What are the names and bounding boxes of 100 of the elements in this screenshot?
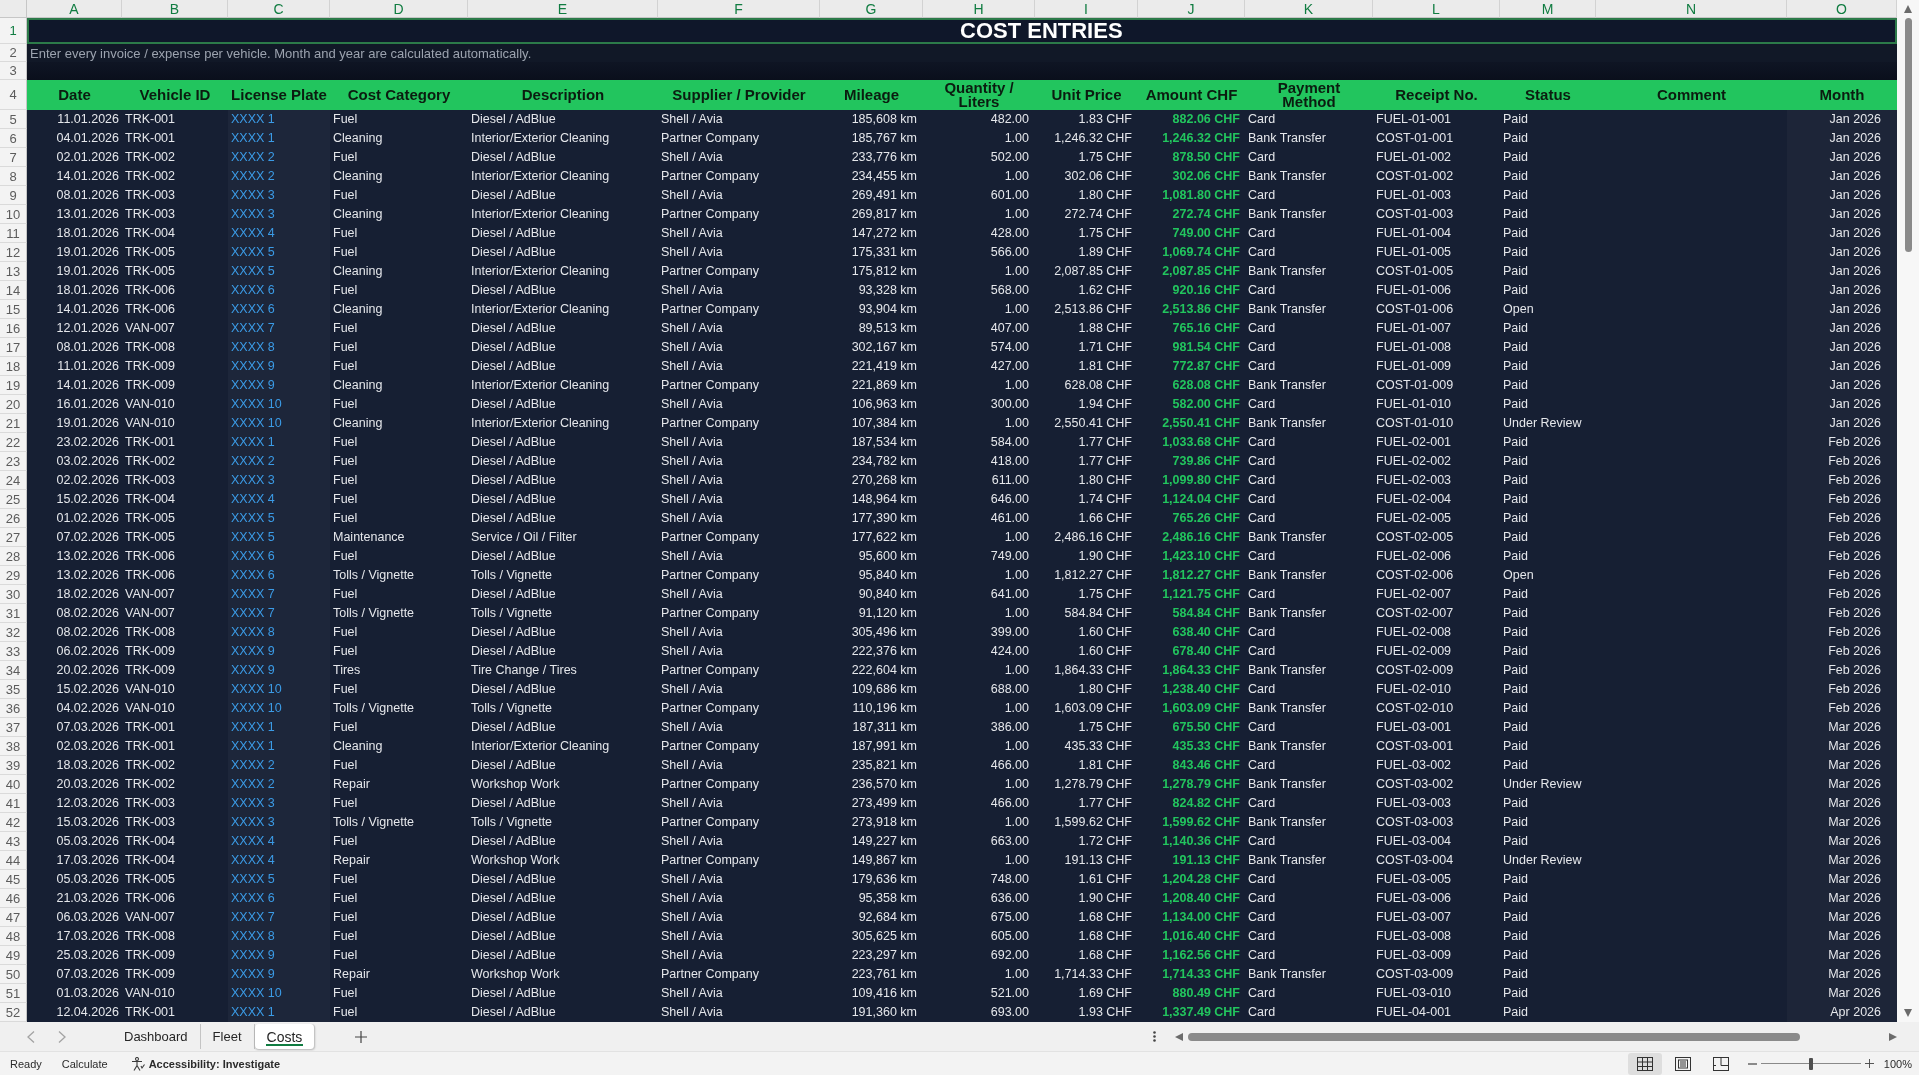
row-header[interactable]: 38 xyxy=(0,737,27,756)
column-header[interactable]: M xyxy=(1500,0,1596,18)
column-header[interactable]: H xyxy=(923,0,1035,18)
column-header[interactable]: B xyxy=(122,0,228,18)
row-header[interactable]: 51 xyxy=(0,984,27,1003)
table-cell-text: 1.00 xyxy=(1003,130,1030,147)
row-header[interactable]: 9 xyxy=(0,186,27,205)
row-header[interactable]: 19 xyxy=(0,376,27,395)
row-header[interactable]: 52 xyxy=(0,1003,27,1022)
row-header[interactable]: 5 xyxy=(0,110,27,129)
dots-icon[interactable] xyxy=(1153,1031,1156,1042)
table-cell-text: 1,714.33 CHF xyxy=(1053,966,1133,983)
row-header[interactable]: 13 xyxy=(0,262,27,281)
row-header[interactable]: 6 xyxy=(0,129,27,148)
row-header[interactable]: 11 xyxy=(0,224,27,243)
row-header[interactable]: 2 xyxy=(0,44,27,62)
slider-thumb[interactable] xyxy=(1808,1057,1813,1070)
column-header[interactable]: C xyxy=(228,0,330,18)
sheet-tab[interactable]: Fleet xyxy=(200,1024,255,1049)
row-header[interactable]: 14 xyxy=(0,281,27,300)
row-header[interactable]: 26 xyxy=(0,509,27,528)
row-header[interactable]: 36 xyxy=(0,699,27,718)
row-header[interactable]: 15 xyxy=(0,300,27,319)
table-cell-text: Cleaning xyxy=(332,206,384,223)
row-header[interactable]: 48 xyxy=(0,927,27,946)
row-header[interactable]: 40 xyxy=(0,775,27,794)
column-header[interactable]: D xyxy=(330,0,468,18)
row-header[interactable]: 42 xyxy=(0,813,27,832)
row-header[interactable]: 12 xyxy=(0,243,27,262)
row-header[interactable]: 50 xyxy=(0,965,27,984)
column-header[interactable]: G xyxy=(820,0,923,18)
table-cell-text: Tolls / Vignette xyxy=(470,700,554,717)
caret-left-icon[interactable] xyxy=(1175,1032,1183,1041)
view-button[interactable] xyxy=(1627,1052,1662,1075)
row-header[interactable]: 17 xyxy=(0,338,27,357)
row-header[interactable]: 29 xyxy=(0,566,27,585)
row-header[interactable]: 33 xyxy=(0,642,27,661)
table-cell-text: FUEL-03-001 xyxy=(1375,719,1453,736)
table-cell-text: Paid xyxy=(1502,529,1530,546)
row-header[interactable]: 35 xyxy=(0,680,27,699)
row-header[interactable]: 49 xyxy=(0,946,27,965)
row-header[interactable]: 47 xyxy=(0,908,27,927)
row-header[interactable]: 22 xyxy=(0,433,27,452)
table-cell: Feb 2026 xyxy=(1787,509,1897,528)
row-header[interactable]: 34 xyxy=(0,661,27,680)
caret-up-icon[interactable] xyxy=(1904,5,1912,13)
row-header[interactable]: 32 xyxy=(0,623,27,642)
row-header[interactable]: 31 xyxy=(0,604,27,623)
zoom-in-icon[interactable] xyxy=(1864,1059,1874,1068)
row-header[interactable]: 28 xyxy=(0,547,27,566)
table-cell-text: 92,684 km xyxy=(857,909,918,926)
row-header[interactable]: 25 xyxy=(0,490,27,509)
calculate-button[interactable]: Calculate xyxy=(61,1057,108,1070)
column-header[interactable]: F xyxy=(658,0,820,18)
table-cell-text: 1.74 CHF xyxy=(1077,491,1133,508)
row-header[interactable]: 3 xyxy=(0,62,27,80)
row-header[interactable]: 8 xyxy=(0,167,27,186)
row-header[interactable]: 7 xyxy=(0,148,27,167)
row-header[interactable]: 10 xyxy=(0,205,27,224)
caret-down-icon[interactable] xyxy=(1904,1009,1912,1017)
row-header[interactable]: 24 xyxy=(0,471,27,490)
column-header[interactable]: I xyxy=(1035,0,1138,18)
column-header[interactable]: O xyxy=(1787,0,1897,18)
row-header[interactable]: 46 xyxy=(0,889,27,908)
column-header[interactable]: K xyxy=(1245,0,1373,18)
table-cell-text: FUEL-02-004 xyxy=(1375,491,1453,508)
table-cell-text: 1.00 xyxy=(1003,567,1030,584)
accessibility-icon xyxy=(130,1056,145,1071)
zoom-level[interactable]: 100% xyxy=(1883,1057,1912,1070)
table-cell-text: Card xyxy=(1247,434,1277,451)
accessibility-button[interactable]: Accessibility: Investigate xyxy=(130,1056,281,1071)
sheet-tab[interactable]: Costs xyxy=(254,1024,316,1049)
row-header[interactable]: 43 xyxy=(0,832,27,851)
table-cell-text: Bank Transfer xyxy=(1247,377,1327,394)
row-header[interactable]: 39 xyxy=(0,756,27,775)
scrollbar-thumb[interactable] xyxy=(1188,1032,1800,1041)
column-header[interactable]: A xyxy=(27,0,122,18)
sheet-tab[interactable]: Dashboard xyxy=(112,1024,201,1049)
row-header[interactable]: 16 xyxy=(0,319,27,338)
row-header[interactable]: 23 xyxy=(0,452,27,471)
caret-right-icon[interactable] xyxy=(1889,1032,1897,1041)
column-header[interactable]: E xyxy=(468,0,658,18)
scrollbar-thumb[interactable] xyxy=(1904,18,1912,252)
row-header[interactable]: 27 xyxy=(0,528,27,547)
column-header[interactable]: N xyxy=(1596,0,1787,18)
row-header[interactable]: 45 xyxy=(0,870,27,889)
column-header[interactable]: J xyxy=(1138,0,1245,18)
row-header[interactable]: 20 xyxy=(0,395,27,414)
row-header[interactable]: 37 xyxy=(0,718,27,737)
row-header[interactable]: 41 xyxy=(0,794,27,813)
row-header[interactable]: 21 xyxy=(0,414,27,433)
row-header[interactable]: 30 xyxy=(0,585,27,604)
column-header[interactable]: L xyxy=(1373,0,1500,18)
row-header[interactable]: 18 xyxy=(0,357,27,376)
zoom-out-icon[interactable] xyxy=(1747,1062,1757,1065)
row-header[interactable]: 44 xyxy=(0,851,27,870)
row-header[interactable]: 4 xyxy=(0,80,27,110)
table-cell-text: TRK-009 xyxy=(124,947,177,964)
row-header[interactable]: 1 xyxy=(0,18,27,44)
add-sheet-icon[interactable] xyxy=(355,1030,368,1043)
